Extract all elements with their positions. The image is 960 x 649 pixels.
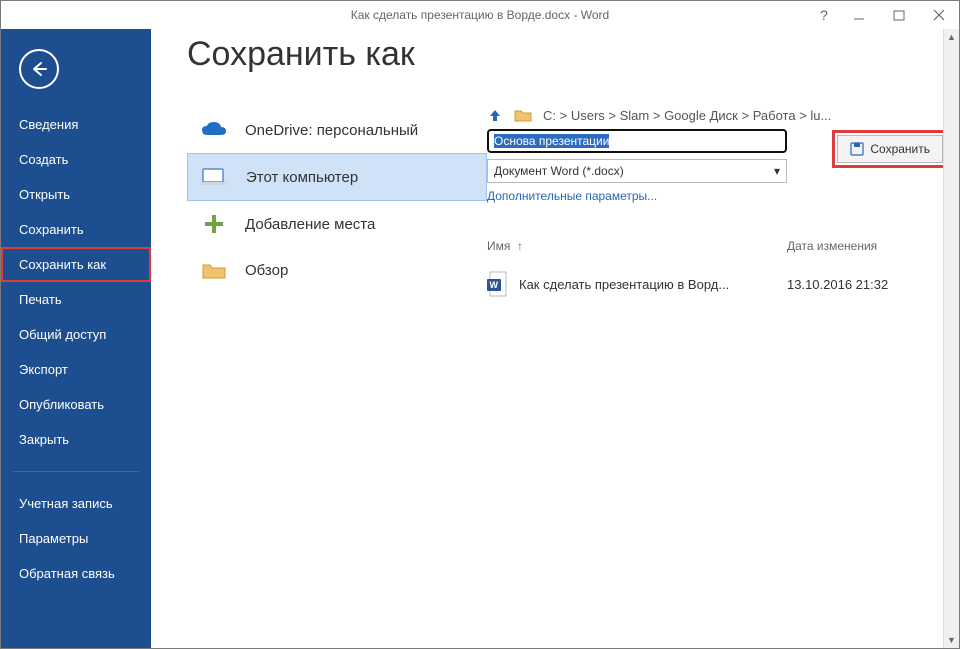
sidebar-item-info[interactable]: Сведения bbox=[1, 107, 151, 142]
location-browse[interactable]: Обзор bbox=[187, 247, 487, 293]
file-row[interactable]: W Как сделать презентацию в Ворд... 13.1… bbox=[487, 271, 947, 297]
file-name: Как сделать презентацию в Ворд... bbox=[519, 277, 729, 292]
close-icon bbox=[933, 9, 945, 21]
sidebar-item-feedback[interactable]: Обратная связь bbox=[1, 556, 151, 591]
location-onedrive[interactable]: OneDrive: персональный bbox=[187, 107, 487, 153]
sidebar-item-save[interactable]: Сохранить bbox=[1, 212, 151, 247]
location-label: Этот компьютер bbox=[246, 169, 358, 186]
location-label: OneDrive: персональный bbox=[245, 122, 418, 139]
sidebar-item-label: Сохранить bbox=[19, 222, 84, 237]
location-addplace[interactable]: Добавление места bbox=[187, 201, 487, 247]
sidebar-item-label: Сохранить как bbox=[19, 257, 106, 272]
minimize-icon bbox=[853, 9, 865, 21]
cloud-icon bbox=[199, 117, 229, 143]
sidebar-item-label: Общий доступ bbox=[19, 327, 106, 342]
maximize-icon bbox=[893, 9, 905, 21]
sidebar-separator bbox=[13, 471, 139, 472]
sidebar-item-label: Сведения bbox=[19, 117, 78, 132]
locations-list: OneDrive: персональный Этот компьютер До… bbox=[187, 107, 487, 648]
sidebar-item-label: Опубликовать bbox=[19, 397, 104, 412]
filetype-selected: Документ Word (*.docx) bbox=[494, 164, 624, 178]
column-name[interactable]: Имя ↑ bbox=[487, 239, 787, 253]
sidebar-item-label: Экспорт bbox=[19, 362, 68, 377]
word-backstage-window: Как сделать презентацию в Ворде.docx - W… bbox=[0, 0, 960, 649]
main-panel: Сохранить как OneDrive: персональный Э bbox=[151, 29, 959, 648]
sidebar-item-publish[interactable]: Опубликовать bbox=[1, 387, 151, 422]
filename-input[interactable] bbox=[487, 129, 787, 153]
sidebar-item-label: Учетная запись bbox=[19, 496, 113, 511]
save-button[interactable]: Сохранить bbox=[837, 135, 943, 163]
scroll-up-button[interactable]: ▲ bbox=[944, 29, 959, 45]
svg-text:W: W bbox=[490, 280, 499, 290]
help-button[interactable]: ? bbox=[809, 1, 839, 29]
filetype-dropdown[interactable]: Документ Word (*.docx) ▾ bbox=[487, 159, 787, 183]
sidebar-item-saveas[interactable]: Сохранить как bbox=[1, 247, 151, 282]
folder-icon bbox=[199, 257, 229, 283]
column-date[interactable]: Дата изменения bbox=[787, 239, 877, 253]
sidebar-item-share[interactable]: Общий доступ bbox=[1, 317, 151, 352]
sidebar-item-label: Создать bbox=[19, 152, 68, 167]
sidebar-item-open[interactable]: Открыть bbox=[1, 177, 151, 212]
sidebar: Сведения Создать Открыть Сохранить Сохра… bbox=[1, 29, 151, 648]
computer-icon bbox=[200, 164, 230, 190]
breadcrumb: C: > Users > Slam > Google Диск > Работа… bbox=[487, 107, 947, 123]
sort-asc-icon: ↑ bbox=[514, 239, 523, 253]
save-icon bbox=[850, 142, 864, 156]
sidebar-item-print[interactable]: Печать bbox=[1, 282, 151, 317]
back-button[interactable] bbox=[19, 49, 59, 89]
sidebar-item-new[interactable]: Создать bbox=[1, 142, 151, 177]
sidebar-item-label: Открыть bbox=[19, 187, 70, 202]
backstage-body: Сведения Создать Открыть Сохранить Сохра… bbox=[1, 29, 959, 648]
plus-icon bbox=[199, 211, 229, 237]
chevron-down-icon: ▾ bbox=[774, 164, 780, 178]
location-thispc[interactable]: Этот компьютер bbox=[187, 153, 487, 201]
sidebar-item-account[interactable]: Учетная запись bbox=[1, 486, 151, 521]
more-options-link[interactable]: Дополнительные параметры... bbox=[487, 189, 657, 203]
vertical-scrollbar[interactable]: ▲ ▼ bbox=[943, 29, 959, 648]
sidebar-item-label: Закрыть bbox=[19, 432, 69, 447]
file-date: 13.10.2016 21:32 bbox=[787, 277, 888, 292]
folder-open-icon bbox=[513, 107, 533, 123]
save-button-label: Сохранить bbox=[870, 142, 930, 156]
location-label: Обзор bbox=[245, 262, 288, 279]
titlebar: Как сделать презентацию в Ворде.docx - W… bbox=[1, 1, 959, 29]
page-title: Сохранить как bbox=[187, 35, 415, 74]
sidebar-item-label: Обратная связь bbox=[19, 566, 115, 581]
window-controls: ? bbox=[809, 1, 959, 29]
window-title: Как сделать презентацию в Ворде.docx - W… bbox=[351, 8, 609, 22]
breadcrumb-path[interactable]: C: > Users > Slam > Google Диск > Работа… bbox=[543, 108, 831, 123]
file-list-header: Имя ↑ Дата изменения bbox=[487, 239, 947, 253]
scroll-down-button[interactable]: ▼ bbox=[944, 632, 959, 648]
back-arrow-icon bbox=[29, 59, 49, 79]
close-button[interactable] bbox=[919, 1, 959, 29]
sidebar-item-export[interactable]: Экспорт bbox=[1, 352, 151, 387]
sidebar-item-close[interactable]: Закрыть bbox=[1, 422, 151, 457]
location-label: Добавление места bbox=[245, 216, 375, 233]
up-arrow-icon bbox=[487, 107, 503, 123]
sidebar-item-options[interactable]: Параметры bbox=[1, 521, 151, 556]
minimize-button[interactable] bbox=[839, 1, 879, 29]
sidebar-item-label: Параметры bbox=[19, 531, 88, 546]
maximize-button[interactable] bbox=[879, 1, 919, 29]
sidebar-item-label: Печать bbox=[19, 292, 62, 307]
save-detail-panel: C: > Users > Slam > Google Диск > Работа… bbox=[487, 107, 959, 648]
up-button[interactable] bbox=[487, 107, 503, 123]
word-doc-icon: W bbox=[487, 271, 509, 297]
